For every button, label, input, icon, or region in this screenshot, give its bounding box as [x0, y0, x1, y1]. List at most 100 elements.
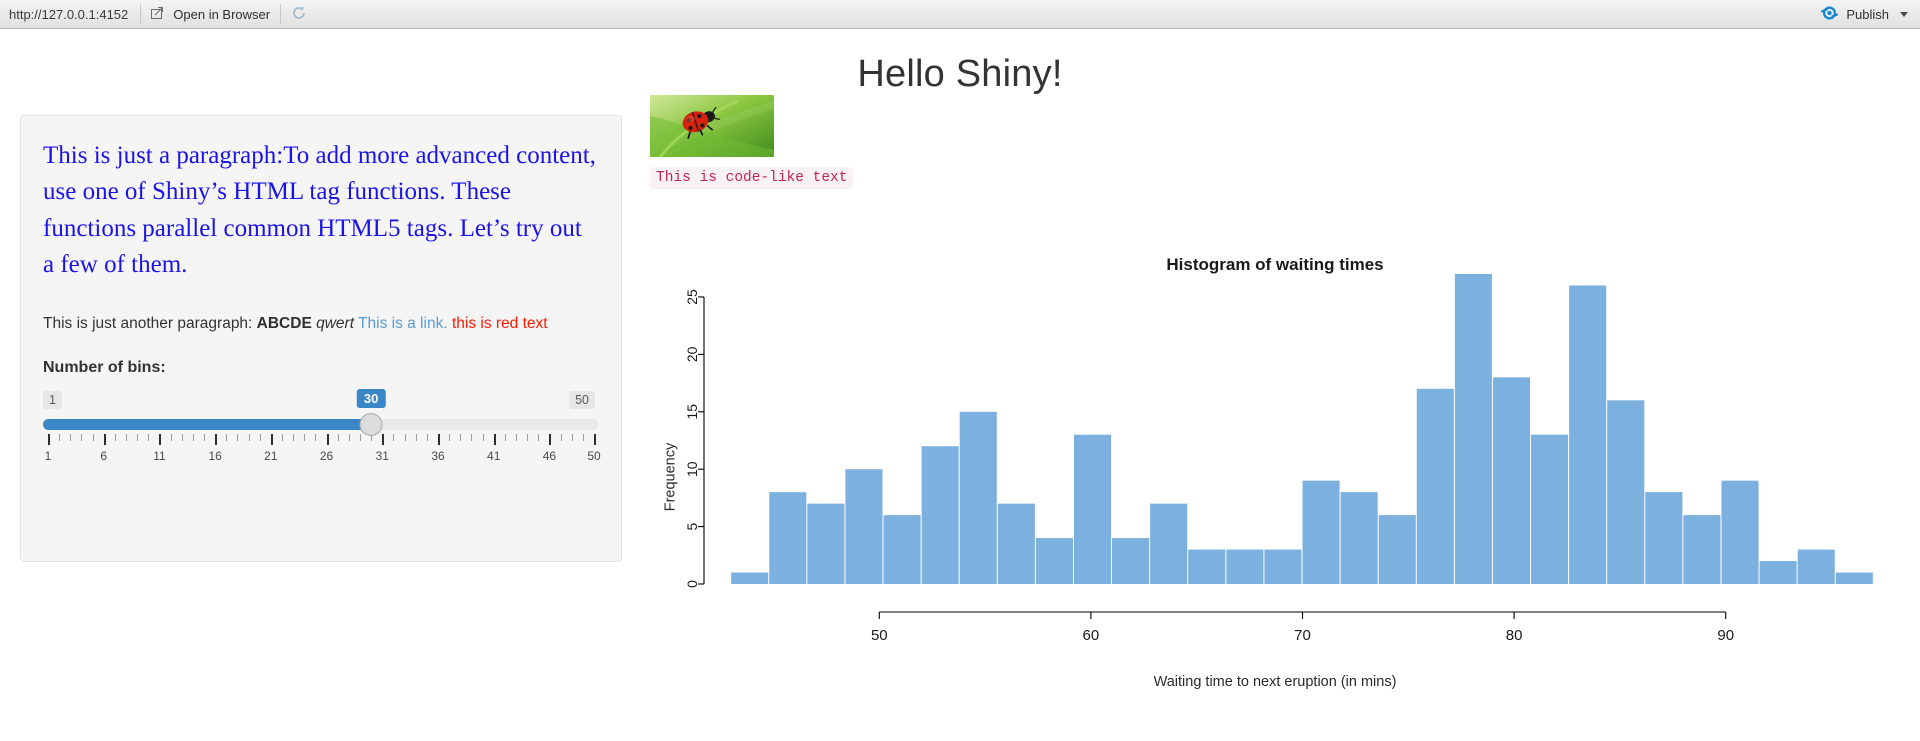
histogram-bar: [1112, 538, 1150, 584]
slider-tick-label: 41: [487, 449, 501, 464]
slider-tick: [126, 434, 127, 442]
y-axis-tick-label: 5: [684, 522, 700, 530]
slider-tick: [159, 434, 162, 446]
right-column: This is code-like text: [650, 95, 1900, 189]
slider-rail[interactable]: [43, 419, 599, 431]
chevron-down-icon[interactable]: [1900, 11, 1908, 17]
slider-tick: [337, 434, 339, 442]
slider-tick: [181, 434, 183, 442]
histogram-bar: [1645, 492, 1683, 584]
slider-tick: [81, 434, 83, 442]
histogram-plot: Histogram of waiting times Frequency Wai…: [650, 229, 1900, 729]
slider-tick: [170, 434, 172, 442]
slider-tick: [226, 434, 228, 442]
slider-tick: [360, 434, 361, 442]
histogram-bar: [1340, 492, 1378, 584]
histogram-bar: [1569, 285, 1607, 584]
histogram-bar: [1302, 480, 1340, 584]
histogram-bar: [921, 446, 959, 584]
slider-tick: [326, 434, 329, 446]
histogram-bar: [1226, 549, 1264, 584]
x-axis-tick-label: 60: [1083, 627, 1100, 644]
slider-tick: [215, 434, 218, 446]
viewer-toolbar: http://127.0.0.1:4152 Open in Browser Pu…: [0, 0, 1920, 29]
slider-tick: [59, 434, 61, 442]
slider-tick: [460, 434, 462, 442]
viewer-url: http://127.0.0.1:4152: [9, 6, 129, 22]
x-axis-tick-label: 70: [1294, 627, 1311, 644]
shiny-app-body: Hello Shiny! This is just a paragraph:To…: [0, 29, 1920, 741]
slider-tick: [114, 434, 116, 442]
slider-tick: [438, 434, 440, 446]
publish-button[interactable]: Publish: [1814, 5, 1920, 24]
slider-tick: [404, 434, 406, 442]
bins-slider[interactable]: 1 50 30 1 6 11 16 21 26 31 36 41 46 50: [43, 389, 601, 469]
histogram-bar: [1721, 480, 1759, 584]
publish-label: Publish: [1846, 6, 1889, 22]
code-text: This is code-like text: [650, 167, 854, 189]
slider-tick-label: 26: [319, 449, 334, 464]
slider-tick-label: 16: [208, 449, 222, 464]
slider-tick: [415, 434, 417, 442]
x-axis-tick-label: 50: [871, 627, 888, 644]
refresh-icon: [291, 5, 307, 24]
sidebar-panel: This is just a paragraph:To add more adv…: [20, 115, 622, 562]
slider-fill: [43, 419, 372, 431]
slider-tick: [382, 434, 385, 446]
slider-tick: [471, 434, 473, 442]
page-title: Hello Shiny!: [857, 53, 1063, 95]
slider-tick: [504, 434, 506, 442]
slider-tick: [103, 434, 106, 446]
slider-tick: [192, 434, 194, 442]
slider-tick: [538, 434, 540, 442]
histogram-svg: 0 5 10 15 20 25 50 60 70 80 90: [684, 274, 1873, 644]
histogram-bar: [1607, 400, 1645, 584]
histogram-bar: [1150, 503, 1188, 584]
histogram-bar: [1264, 549, 1302, 584]
slider-tick: [348, 434, 350, 442]
slider-tick-label: 21: [264, 449, 278, 464]
x-axis-tick-label: 90: [1717, 627, 1734, 644]
slider-tick: [516, 434, 517, 442]
histogram-bar: [1683, 515, 1721, 584]
slider-tick: [148, 434, 150, 442]
slider-tick-label: 1: [44, 449, 52, 464]
open-in-browser-button[interactable]: Open in Browser: [141, 3, 280, 26]
slider-tick: [426, 434, 428, 442]
slider-tick: [315, 434, 317, 442]
slider-tick-label: 36: [431, 449, 445, 464]
histogram-bar: [1531, 434, 1569, 584]
slider-tick: [393, 434, 395, 442]
histogram-bar: [1454, 274, 1492, 584]
histogram-bar: [807, 503, 845, 584]
slider-handle[interactable]: [359, 413, 383, 437]
slider-tick: [549, 434, 552, 446]
open-in-browser-label: Open in Browser: [173, 6, 271, 22]
y-axis-tick-label: 20: [684, 346, 700, 362]
slider-tick: [237, 434, 239, 442]
slider-value-bubble: 30: [356, 389, 386, 409]
slider-tick: [204, 434, 205, 442]
ladybug-photo: [650, 95, 774, 157]
histogram-bar: [845, 469, 883, 584]
y-axis-tick-label: 0: [684, 580, 700, 588]
slider-tick: [293, 434, 295, 442]
histogram-bar: [959, 411, 997, 584]
publish-icon: [1820, 5, 1839, 24]
slider-tick: [482, 434, 484, 442]
histogram-bar: [1188, 549, 1226, 584]
x-axis-tick-label: 80: [1506, 627, 1523, 644]
histogram-bar: [1035, 538, 1073, 584]
histogram-bar: [731, 572, 769, 584]
slider-tick: [259, 434, 261, 442]
refresh-button[interactable]: [281, 3, 317, 26]
slider-tick-label: 50: [587, 449, 601, 464]
example-link[interactable]: This is a link.: [358, 315, 448, 332]
second-paragraph-lead: This is just another paragraph:: [43, 315, 257, 332]
histogram-bar: [769, 492, 807, 584]
slider-tick-labels: 1 6 11 16 21 26 31 36 41 46 50: [43, 449, 601, 465]
bold-text: ABCDE: [256, 315, 312, 332]
slider-tick-label: 46: [542, 449, 557, 464]
slider-tick-label: 31: [375, 449, 389, 464]
slider-tick: [493, 434, 496, 446]
